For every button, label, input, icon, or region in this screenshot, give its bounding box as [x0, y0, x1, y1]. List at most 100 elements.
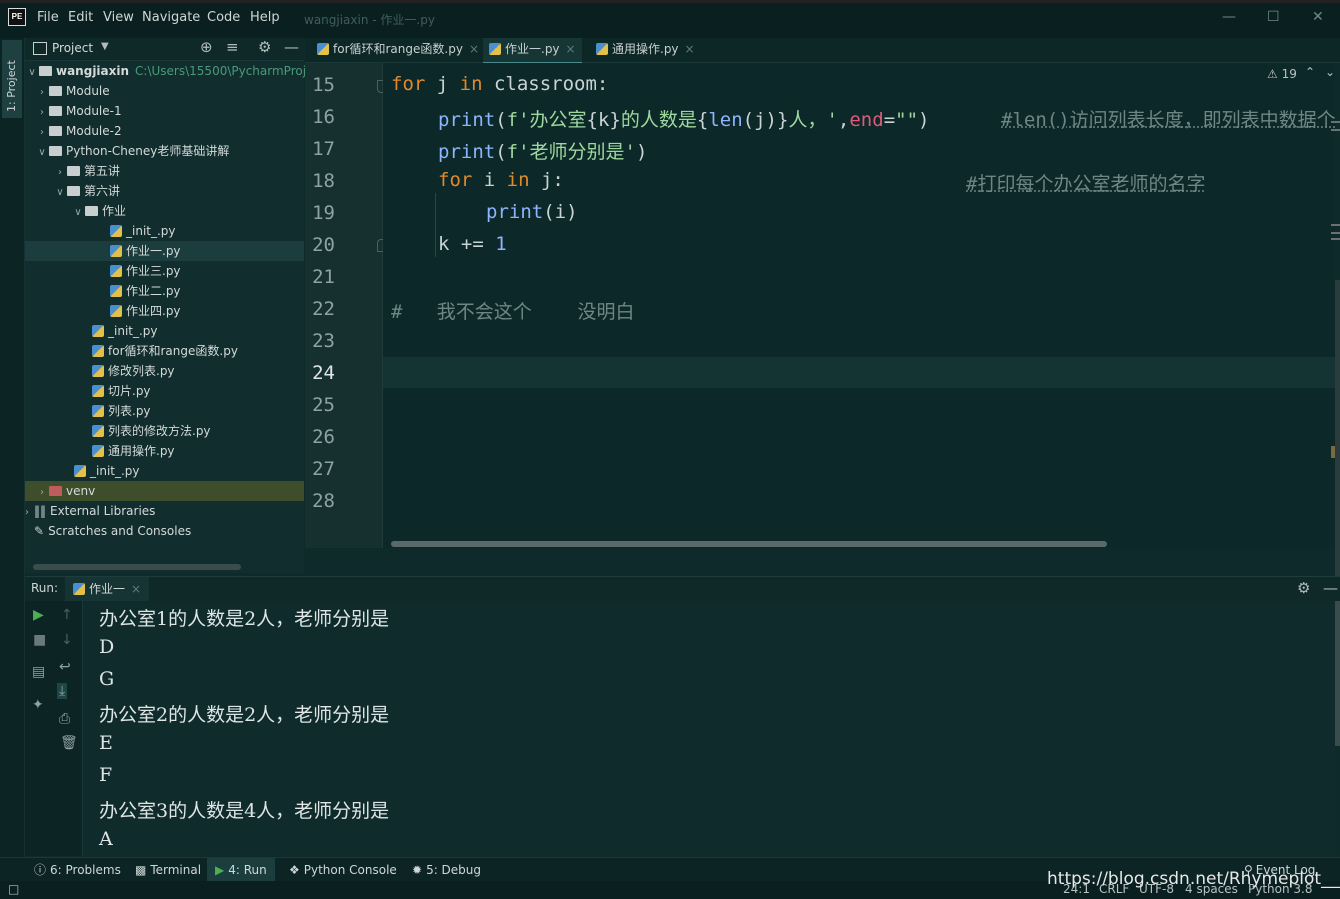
error-stripe-mark[interactable]: [1331, 238, 1340, 240]
project-hscrollbar[interactable]: [33, 564, 241, 570]
tree-file-init[interactable]: _init_.py: [110, 221, 176, 241]
rerun-icon[interactable]: ▶: [33, 607, 44, 623]
pycharm-logo-icon: PE: [8, 8, 26, 26]
code-line-17: print(f'老师分别是'): [438, 141, 648, 163]
inspection-widget[interactable]: ⚠ 19: [1267, 67, 1297, 81]
close-tab-icon[interactable]: ×: [469, 42, 479, 56]
tree-item-scratches[interactable]: ✎ Scratches and Consoles: [34, 521, 191, 541]
maximize-icon[interactable]: ☐: [1267, 9, 1280, 25]
tree-root[interactable]: ∨ wangjiaxin C:\Users\15500\PycharmProje: [25, 61, 313, 83]
console-line: A: [99, 828, 113, 850]
tab-label: 6: Problems: [50, 863, 121, 877]
tab-problems[interactable]: ⓘ 6: Problems: [34, 858, 121, 882]
close-tab-icon[interactable]: ×: [566, 42, 576, 56]
chevron-down-icon[interactable]: ∨: [25, 63, 39, 83]
tree-item-venv[interactable]: › venv: [25, 481, 304, 501]
layout-icon[interactable]: ▤: [32, 664, 45, 680]
soft-wrap-icon[interactable]: ↩: [59, 659, 71, 675]
tree-file-homework-3[interactable]: 作业三.py: [110, 261, 181, 281]
project-view-icon: [33, 42, 47, 55]
tab-homework-1[interactable]: 作业一.py ×: [483, 38, 582, 64]
chevron-right-icon[interactable]: ›: [35, 83, 49, 103]
close-tab-icon[interactable]: ×: [685, 42, 695, 56]
pin-icon[interactable]: ✦: [32, 697, 44, 713]
menu-help[interactable]: Help: [250, 10, 280, 25]
chevron-right-icon[interactable]: ›: [20, 503, 34, 523]
tree-file-for-range[interactable]: for循环和range函数.py: [92, 341, 238, 361]
chevron-down-icon[interactable]: ∨: [35, 143, 49, 163]
menu-code[interactable]: Code: [207, 10, 240, 25]
tree-item-module-1[interactable]: › Module-1: [35, 101, 122, 121]
minimize-icon[interactable]: —: [1222, 9, 1236, 25]
tree-item-module-2[interactable]: › Module-2: [35, 121, 122, 141]
chevron-right-icon[interactable]: ›: [53, 163, 67, 183]
console-vscrollbar[interactable]: [1335, 601, 1340, 746]
tree-file-homework-4[interactable]: 作业四.py: [110, 301, 181, 321]
chevron-down-icon[interactable]: ∨: [71, 203, 85, 223]
error-stripe-mark[interactable]: [1331, 232, 1340, 234]
print-icon[interactable]: ⎙: [59, 711, 70, 727]
problems-icon: ⓘ: [34, 863, 47, 877]
trash-icon[interactable]: 🗑: [60, 735, 78, 751]
locate-icon[interactable]: ⊕: [200, 38, 213, 56]
tree-item-homework[interactable]: ∨ 作业: [71, 201, 126, 221]
python-file-icon: [110, 285, 122, 297]
gear-icon[interactable]: ⚙: [1297, 579, 1310, 597]
chevron-right-icon[interactable]: ›: [35, 123, 49, 143]
run-toolbar: ▶ ■ ▤ ✦ ↑ ↓ ↩ ⤓ ⎙ 🗑: [25, 601, 83, 856]
tab-debug[interactable]: ✹ 5: Debug: [412, 858, 481, 882]
error-stripe-mark[interactable]: [1331, 129, 1340, 131]
run-config-tab[interactable]: 作业一 ×: [65, 577, 150, 602]
project-tool-tab[interactable]: 1: Project: [2, 40, 22, 118]
tree-item-python-cheney[interactable]: ∨ Python-Cheney老师基础讲解: [35, 141, 229, 161]
tree-file-homework-1[interactable]: 作业一.py: [25, 241, 304, 261]
chevron-down-icon[interactable]: ⌄: [1325, 65, 1335, 79]
tab-for-range[interactable]: for循环和range函数.py ×: [311, 38, 485, 62]
tab-python-console[interactable]: ❖ Python Console: [289, 858, 397, 882]
chevron-right-icon[interactable]: ›: [35, 103, 49, 123]
collapse-all-icon[interactable]: ≡: [226, 38, 239, 56]
tab-terminal[interactable]: ▩ Terminal: [135, 858, 201, 882]
chevron-up-icon[interactable]: ⌃: [1305, 65, 1315, 79]
gear-icon[interactable]: ⚙: [258, 38, 271, 56]
chevron-down-icon[interactable]: ▼: [101, 41, 109, 52]
menu-navigate[interactable]: Navigate: [142, 10, 200, 25]
arrow-up-icon[interactable]: ↑: [61, 607, 73, 623]
tree-file-label: 作业一.py: [126, 244, 181, 258]
tree-item-lesson-5[interactable]: › 第五讲: [53, 161, 120, 181]
tree-file-init[interactable]: _init_.py: [74, 461, 140, 481]
tree-file-general-ops[interactable]: 通用操作.py: [92, 441, 175, 461]
chevron-down-icon[interactable]: ∨: [53, 183, 67, 203]
menu-edit[interactable]: Edit: [68, 10, 93, 25]
tree-file-homework-2[interactable]: 作业二.py: [110, 281, 181, 301]
close-tab-icon[interactable]: ×: [131, 582, 141, 596]
python-file-icon: [92, 385, 104, 397]
project-view-selector[interactable]: Project: [52, 41, 93, 55]
arrow-down-icon[interactable]: ↓: [61, 632, 73, 648]
tree-file-list[interactable]: 列表.py: [92, 401, 151, 421]
tree-item-lesson-6[interactable]: ∨ 第六讲: [53, 181, 120, 201]
tree-file-slice[interactable]: 切片.py: [92, 381, 151, 401]
editor-hscrollbar[interactable]: [391, 541, 1107, 547]
layout-toggle-icon[interactable]: □: [8, 882, 19, 896]
tree-item-label: venv: [66, 484, 96, 498]
hide-panel-icon[interactable]: —: [1323, 579, 1338, 597]
stop-icon[interactable]: ■: [33, 632, 46, 648]
run-console[interactable]: 办公室1的人数是2人，老师分别是 D G 办公室2的人数是2人，老师分别是 E …: [83, 601, 1335, 856]
scroll-to-end-icon[interactable]: ⤓: [57, 683, 68, 699]
tree-file-modify-list[interactable]: 修改列表.py: [92, 361, 175, 381]
tree-file-init[interactable]: _init_.py: [92, 321, 158, 341]
hide-panel-icon[interactable]: —: [284, 38, 299, 56]
code-editor[interactable]: for j in classroom: print(f'办公室{k}的人数是{l…: [383, 63, 1335, 548]
tree-item-module[interactable]: › Module: [35, 81, 110, 101]
error-stripe-mark[interactable]: [1331, 121, 1340, 123]
tab-general-ops[interactable]: 通用操作.py ×: [590, 38, 701, 62]
menu-view[interactable]: View: [103, 10, 134, 25]
error-stripe-mark[interactable]: [1331, 224, 1340, 226]
tab-run[interactable]: ▶ 4: Run: [207, 858, 275, 882]
tree-file-list-methods[interactable]: 列表的修改方法.py: [92, 421, 211, 441]
tree-item-external-libraries[interactable]: › ‖‖ External Libraries: [20, 501, 155, 521]
close-icon[interactable]: ✕: [1312, 9, 1324, 25]
menu-file[interactable]: File: [37, 10, 59, 25]
chevron-right-icon[interactable]: ›: [35, 483, 49, 503]
